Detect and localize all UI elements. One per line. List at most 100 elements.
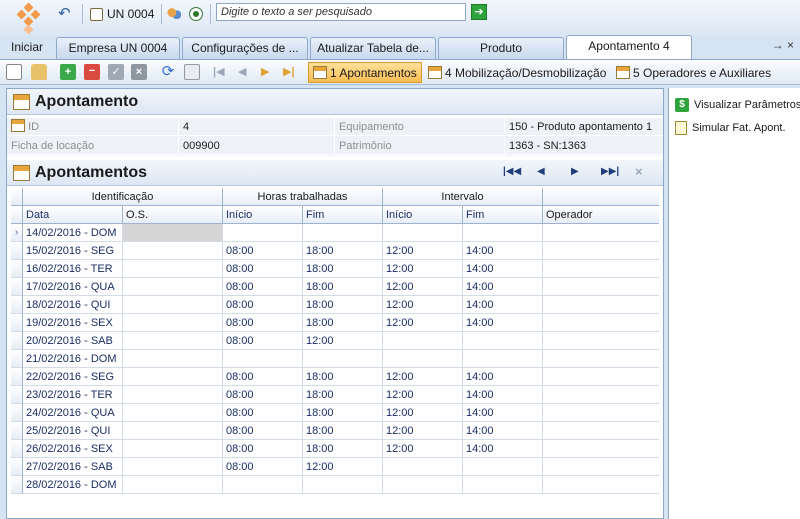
col-intervalo-inicio[interactable]: Início (383, 206, 463, 224)
cell-horas-fim[interactable]: 18:00 (303, 386, 383, 404)
cell-horas-fim[interactable]: 18:00 (303, 422, 383, 440)
start-button[interactable]: Iniciar (4, 36, 50, 58)
simular-fat-link[interactable]: Simular Fat. Apont. (675, 121, 786, 135)
cell-data[interactable]: 20/02/2016 - SAB (23, 332, 123, 350)
cell-operador[interactable] (543, 422, 659, 440)
cell-intervalo-fim[interactable]: 14:00 (463, 242, 543, 260)
cell-data[interactable]: 21/02/2016 - DOM (23, 350, 123, 368)
cell-data[interactable]: 16/02/2016 - TER (23, 260, 123, 278)
cell-horas-fim[interactable]: 18:00 (303, 296, 383, 314)
cell-os[interactable] (123, 404, 223, 422)
grid-last-icon[interactable]: ▶▶| (601, 166, 619, 177)
cell-os[interactable] (123, 224, 223, 242)
cell-horas-fim[interactable]: 18:00 (303, 368, 383, 386)
cell-intervalo-fim[interactable] (463, 350, 543, 368)
cell-intervalo-inicio[interactable]: 12:00 (383, 314, 463, 332)
row-indicator[interactable] (11, 386, 23, 404)
cell-intervalo-fim[interactable]: 14:00 (463, 296, 543, 314)
col-horas-inicio[interactable]: Início (223, 206, 303, 224)
table-row[interactable]: 27/02/2016 - SAB 08:00 12:00 (11, 458, 659, 476)
lock-icon[interactable] (31, 64, 47, 80)
cell-data[interactable]: 22/02/2016 - SEG (23, 368, 123, 386)
table-row[interactable]: 23/02/2016 - TER 08:00 18:00 12:00 14:00 (11, 386, 659, 404)
cell-operador[interactable] (543, 260, 659, 278)
cancel-icon[interactable]: × (131, 64, 147, 80)
cell-data[interactable]: 15/02/2016 - SEG (23, 242, 123, 260)
tab-empresa[interactable]: Empresa UN 0004 (56, 37, 180, 59)
cell-horas-fim[interactable]: 18:00 (303, 278, 383, 296)
cell-horas-fim[interactable]: 18:00 (303, 260, 383, 278)
cell-horas-inicio[interactable]: 08:00 (223, 458, 303, 476)
cell-os[interactable] (123, 440, 223, 458)
cell-horas-fim[interactable] (303, 350, 383, 368)
cell-operador[interactable] (543, 224, 659, 242)
cell-intervalo-fim[interactable] (463, 224, 543, 242)
search-input[interactable]: Digite o texto a ser pesquisado (216, 3, 466, 21)
cell-data[interactable]: 24/02/2016 - QUA (23, 404, 123, 422)
cell-intervalo-inicio[interactable]: 12:00 (383, 296, 463, 314)
cell-intervalo-inicio[interactable]: 12:00 (383, 404, 463, 422)
cell-data[interactable]: 28/02/2016 - DOM (23, 476, 123, 494)
cell-operador[interactable] (543, 350, 659, 368)
cell-intervalo-fim[interactable]: 14:00 (463, 404, 543, 422)
cell-os[interactable] (123, 260, 223, 278)
cell-os[interactable] (123, 350, 223, 368)
col-intervalo-fim[interactable]: Fim (463, 206, 543, 224)
cell-horas-inicio[interactable]: 08:00 (223, 386, 303, 404)
prev-record-icon[interactable]: ◀ (238, 65, 246, 78)
row-indicator[interactable]: › (11, 224, 23, 242)
cell-data[interactable]: 23/02/2016 - TER (23, 386, 123, 404)
table-row[interactable]: 20/02/2016 - SAB 08:00 12:00 (11, 332, 659, 350)
row-indicator[interactable] (11, 458, 23, 476)
cell-horas-inicio[interactable]: 08:00 (223, 404, 303, 422)
new-record-icon[interactable] (6, 64, 22, 80)
users-button[interactable] (167, 4, 181, 24)
tab-atualizar-tabela[interactable]: Atualizar Tabela de... (310, 37, 436, 59)
remove-icon[interactable]: − (84, 64, 100, 80)
refresh-icon[interactable]: ⟳ (160, 64, 176, 80)
cell-intervalo-inicio[interactable]: 12:00 (383, 422, 463, 440)
row-indicator[interactable] (11, 278, 23, 296)
cell-horas-fim[interactable]: 18:00 (303, 440, 383, 458)
unit-selector[interactable]: UN 0004 (90, 4, 154, 24)
col-data[interactable]: Data (23, 206, 123, 224)
cell-operador[interactable] (543, 314, 659, 332)
grid-close-icon[interactable]: × (635, 164, 643, 179)
cell-data[interactable]: 27/02/2016 - SAB (23, 458, 123, 476)
cell-intervalo-inicio[interactable]: 12:00 (383, 260, 463, 278)
cell-os[interactable] (123, 476, 223, 494)
table-row[interactable]: 16/02/2016 - TER 08:00 18:00 12:00 14:00 (11, 260, 659, 278)
cell-intervalo-fim[interactable]: 14:00 (463, 386, 543, 404)
cell-intervalo-fim[interactable]: 14:00 (463, 422, 543, 440)
app-logo-icon[interactable] (14, 2, 44, 35)
cell-intervalo-fim[interactable]: 14:00 (463, 368, 543, 386)
cell-horas-inicio[interactable]: 08:00 (223, 314, 303, 332)
grid-first-icon[interactable]: |◀◀ (503, 166, 521, 177)
cell-operador[interactable] (543, 440, 659, 458)
cell-operador[interactable] (543, 368, 659, 386)
cell-operador[interactable] (543, 296, 659, 314)
cell-intervalo-fim[interactable] (463, 458, 543, 476)
cell-intervalo-inicio[interactable] (383, 332, 463, 350)
tab-apontamentos[interactable]: 1 Apontamentos (308, 62, 422, 83)
cell-intervalo-fim[interactable] (463, 476, 543, 494)
add-icon[interactable]: + (60, 64, 76, 80)
cell-intervalo-inicio[interactable]: 12:00 (383, 440, 463, 458)
row-indicator[interactable] (11, 422, 23, 440)
cell-horas-inicio[interactable]: 08:00 (223, 332, 303, 350)
last-record-icon[interactable]: ▶| (283, 65, 295, 78)
cell-horas-inicio[interactable]: 08:00 (223, 242, 303, 260)
search-go-button[interactable]: ➔ (471, 4, 487, 20)
row-indicator[interactable] (11, 368, 23, 386)
tab-produto[interactable]: Produto (438, 37, 564, 59)
cell-intervalo-inicio[interactable] (383, 476, 463, 494)
cell-intervalo-fim[interactable] (463, 332, 543, 350)
first-record-icon[interactable]: |◀ (213, 65, 225, 78)
cell-horas-inicio[interactable]: 08:00 (223, 278, 303, 296)
cell-intervalo-inicio[interactable] (383, 224, 463, 242)
tab-mobilizacao[interactable]: 4 Mobilização/Desmobilização (424, 62, 610, 83)
row-indicator[interactable] (11, 314, 23, 332)
col-os[interactable]: O.S. (123, 206, 223, 224)
cell-operador[interactable] (543, 278, 659, 296)
cell-intervalo-inicio[interactable]: 12:00 (383, 368, 463, 386)
